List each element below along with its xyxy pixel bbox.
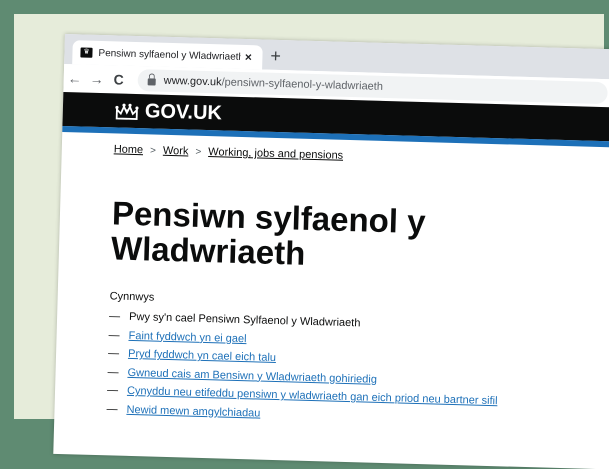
dash-marker: — — [107, 366, 119, 379]
new-tab-button[interactable]: + — [270, 46, 281, 67]
dash-marker: — — [108, 310, 121, 323]
contents-link[interactable]: Faint fyddwch yn ei gael — [128, 330, 246, 345]
reload-icon[interactable]: C — [108, 71, 130, 88]
crown-icon — [115, 103, 139, 120]
dash-marker: — — [108, 329, 120, 342]
dash-marker: — — [107, 347, 120, 360]
breadcrumb-work[interactable]: Work — [163, 145, 189, 158]
breadcrumb-separator-icon: > — [149, 144, 157, 157]
forward-arrow-icon[interactable]: → — [86, 71, 108, 88]
back-arrow-icon[interactable]: ← — [64, 70, 86, 87]
contents-list: — Pwy sy'n cael Pensiwn Sylfaenol y Wlad… — [106, 307, 500, 429]
lock-icon — [147, 77, 156, 86]
govuk-favicon-icon: ♛ — [80, 47, 93, 58]
url-path: /pensiwn-sylfaenol-y-wladwriaeth — [221, 76, 384, 93]
breadcrumb-separator-icon: > — [195, 146, 202, 158]
contents-heading: Cynnwys — [109, 290, 155, 304]
breadcrumb-working-jobs-pensions[interactable]: Working, jobs and pensions — [208, 146, 343, 162]
tab-title: Pensiwn sylfaenol y Wladwriaeth — [98, 47, 241, 63]
dash-marker: — — [106, 403, 118, 416]
contents-link[interactable]: Pryd fyddwch yn cael eich talu — [128, 348, 276, 364]
browser-window: ♛ Pensiwn sylfaenol y Wladwriaeth × + ← … — [53, 34, 609, 469]
contents-link[interactable]: Newid mewn amgylchiadau — [126, 404, 260, 420]
close-tab-icon[interactable]: × — [240, 50, 256, 64]
breadcrumb: Home > Work > Working, jobs and pensions — [114, 143, 344, 161]
breadcrumb-home[interactable]: Home — [114, 143, 144, 156]
url-domain: www.gov.uk — [163, 74, 222, 89]
dash-marker: — — [106, 384, 119, 397]
govuk-logo-link[interactable]: GOV.UK — [115, 99, 223, 125]
logo-text: GOV.UK — [144, 100, 223, 125]
page-title: Pensiwn sylfaenol y Wladwriaeth — [110, 194, 427, 272]
